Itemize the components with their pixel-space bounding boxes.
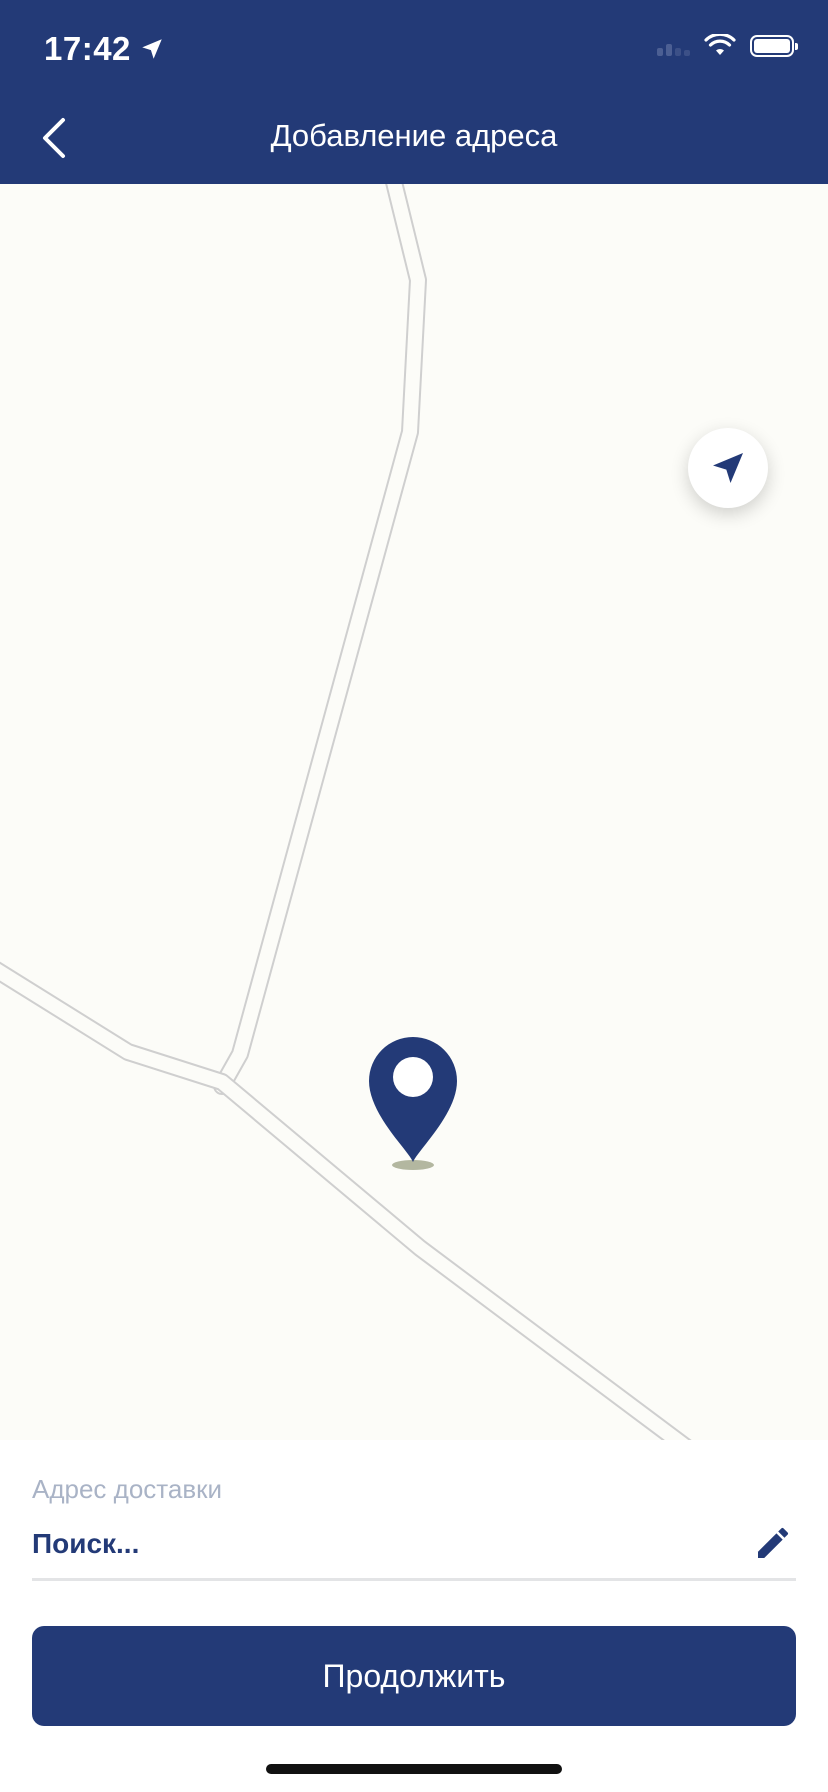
wifi-icon: [704, 34, 736, 55]
edit-address-button[interactable]: [750, 1520, 796, 1566]
status-time-text: 17:42: [44, 30, 131, 67]
pencil-icon: [758, 1527, 789, 1558]
app-header: 17:42 Добавление адреса: [0, 0, 828, 184]
map-view[interactable]: [0, 184, 828, 1440]
map-roads: [0, 184, 692, 1440]
status-bar-indicators: [657, 34, 798, 58]
address-search-input[interactable]: Поиск...: [32, 1528, 712, 1560]
address-field-underline: [32, 1578, 796, 1581]
home-indicator: [266, 1764, 562, 1774]
status-bar-time: 17:42: [44, 30, 165, 68]
address-field-label: Адрес доставки: [32, 1474, 223, 1504]
continue-button[interactable]: Продолжить: [32, 1626, 796, 1726]
navigation-arrow-icon: [713, 453, 743, 483]
location-arrow-icon: [142, 39, 162, 59]
signal-icon: [657, 36, 690, 56]
map-pin-icon: [369, 1037, 457, 1170]
page-title: Добавление адреса: [270, 118, 558, 153]
my-location-button[interactable]: [688, 428, 768, 508]
battery-icon: [750, 35, 798, 57]
address-panel: Адрес доставки Поиск... Продолжить: [0, 1440, 828, 1792]
